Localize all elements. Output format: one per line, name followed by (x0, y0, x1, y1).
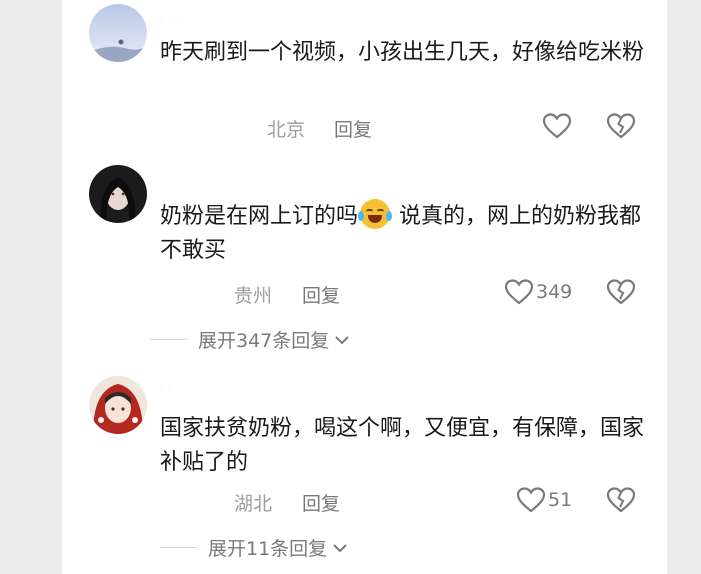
comment-text-part: 奶粉是在网上订的吗 (160, 204, 359, 229)
dislike-button[interactable] (606, 278, 636, 310)
dislike-button[interactable] (606, 486, 636, 518)
like-button[interactable] (542, 112, 574, 140)
reply-button[interactable]: 回复 (302, 281, 340, 308)
broken-heart-icon (606, 279, 636, 305)
laughing-crying-emoji-icon (358, 199, 393, 229)
heart-outline-icon (542, 113, 572, 139)
avatar[interactable] (89, 376, 147, 434)
location-label: 湖北 (234, 493, 273, 515)
location-label: 北京 (267, 119, 306, 141)
heart-outline-icon (516, 487, 546, 513)
reply-button[interactable]: 回复 (302, 489, 340, 516)
like-count: 51 (548, 489, 573, 511)
reply-button[interactable]: 回复 (334, 115, 372, 142)
expand-replies-label: 展开347条回复 (198, 330, 330, 352)
avatar[interactable] (89, 165, 147, 223)
username[interactable]: · · (160, 384, 173, 395)
broken-heart-icon (606, 487, 636, 513)
dislike-button[interactable] (606, 112, 636, 144)
expand-replies-button[interactable]: 展开11条回复 (160, 534, 348, 561)
heart-outline-icon (504, 279, 534, 305)
comment-text: 国家扶贫奶粉，喝这个啊，又便宜，有保障，国家补贴了的 (160, 416, 645, 475)
chevron-down-icon (333, 543, 347, 552)
avatar[interactable] (89, 4, 147, 62)
chevron-down-icon (335, 335, 349, 344)
like-button[interactable]: 349 (504, 278, 572, 306)
like-button[interactable]: 51 (516, 486, 572, 514)
expand-replies-label: 展开11条回复 (208, 538, 328, 560)
divider-line (150, 339, 188, 340)
comment-text: 奶粉是在网上订的吗 说真的，网上的奶粉我都不敢买 (160, 199, 650, 268)
comment-panel: · · · 昨天刷到一个视频，小孩出生几天，好像给吃米粉 北京 回复 奶粉是在网… (62, 0, 667, 574)
like-count: 349 (536, 281, 573, 303)
username[interactable]: · · · (160, 14, 181, 25)
broken-heart-icon (606, 113, 636, 139)
expand-replies-button[interactable]: 展开347条回复 (150, 326, 350, 353)
location-label: 贵州 (234, 285, 273, 307)
divider-line (160, 547, 198, 548)
comment-text: 昨天刷到一个视频，小孩出生几天，好像给吃米粉 (160, 40, 645, 65)
